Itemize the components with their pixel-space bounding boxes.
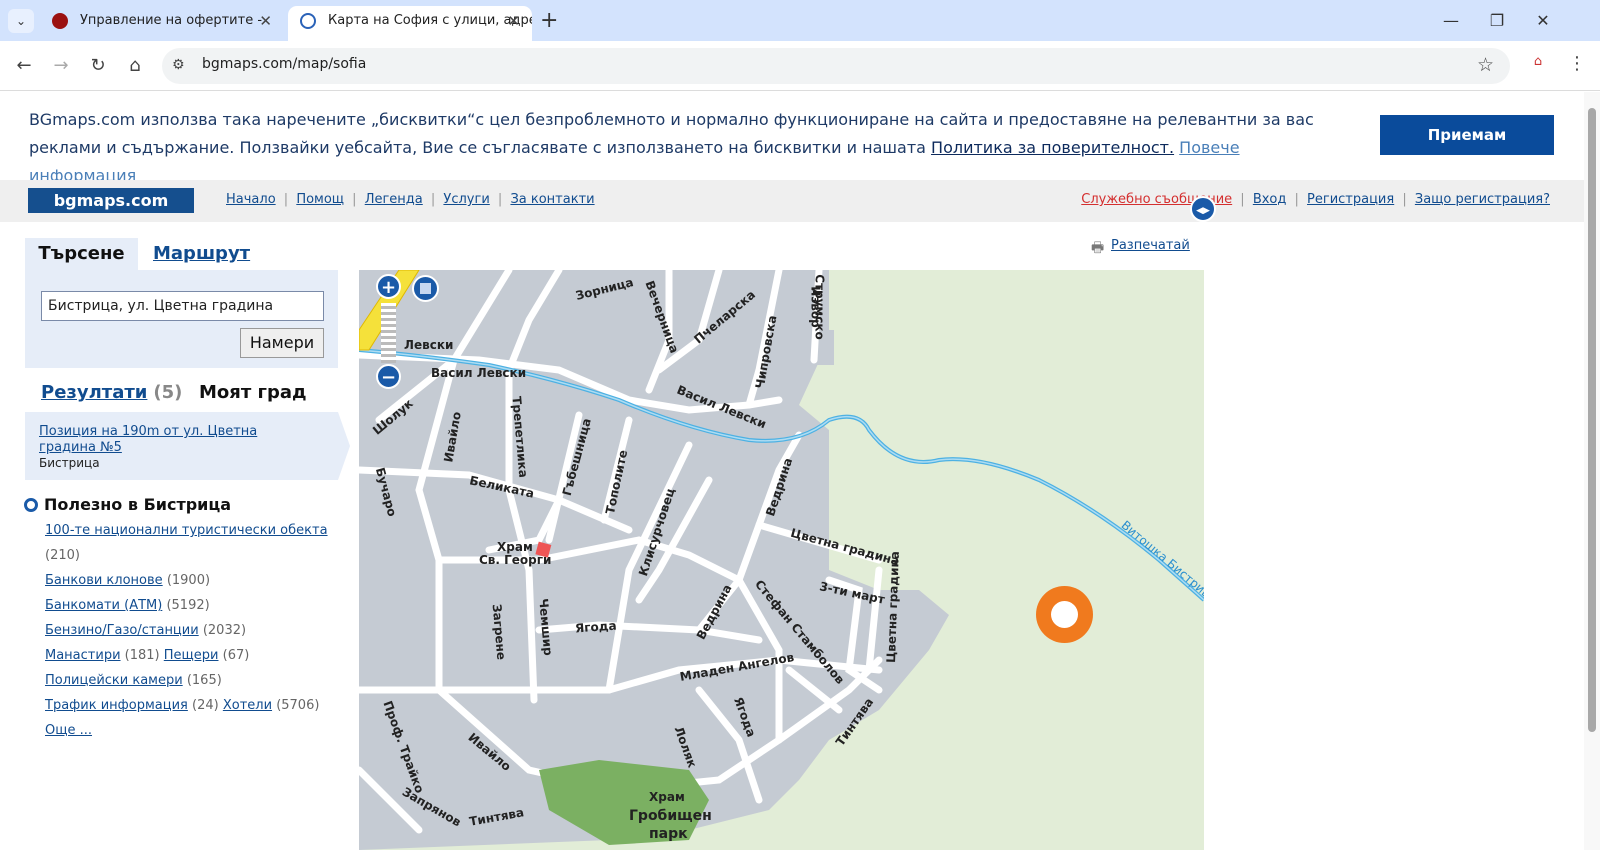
zoom-out-button[interactable]: − <box>376 364 401 389</box>
useful-link[interactable]: Хотели <box>223 698 272 713</box>
nav-help-link[interactable]: Помощ <box>296 192 344 207</box>
useful-heading: Полезно в Бистрица <box>24 495 231 514</box>
close-tab-icon[interactable]: ✕ <box>259 6 272 36</box>
browser-tab-bar: ⌄ Управление на офертите - ✕ Карта на Со… <box>0 0 1600 41</box>
printer-icon: 🖶 <box>1091 240 1105 256</box>
useful-list: 100-те национални туристически обекта (2… <box>45 518 345 743</box>
account-nav: Служебно съобщение | Вход | Регистрация … <box>1081 192 1550 207</box>
useful-count: (165) <box>186 673 222 688</box>
window-close-icon[interactable]: ✕ <box>1520 6 1566 36</box>
park-label: Гробищен <box>629 808 712 824</box>
street-label: Струмско <box>812 274 827 340</box>
close-tab-icon[interactable]: ✕ <box>507 6 520 36</box>
cookie-banner: BGmaps.com използва така наречените „бис… <box>0 92 1584 185</box>
menu-kebab-icon[interactable]: ⋮ <box>1568 53 1586 74</box>
privacy-policy-link[interactable]: Политика за поверителност. <box>931 138 1174 157</box>
main-nav: Начало | Помощ | Легенда | Услуги | За к… <box>226 192 595 207</box>
tab-title: Управление на офертите - <box>80 13 263 28</box>
login-link[interactable]: Вход <box>1253 192 1287 207</box>
address-bar[interactable]: ⚙ bgmaps.com/map/sofia ☆ <box>162 48 1510 84</box>
site-logo[interactable]: bgmaps.com <box>28 188 194 213</box>
location-marker[interactable] <box>1036 586 1093 643</box>
results-heading: Резултати (5) <box>41 382 182 403</box>
park-label: парк <box>649 826 688 842</box>
minimize-icon[interactable]: — <box>1428 6 1474 36</box>
address-bar-row: ← → ↻ ⌂ ⚙ bgmaps.com/map/sofia ☆ ⌂ ⋮ <box>0 41 1600 91</box>
useful-link[interactable]: Манастири <box>45 648 121 663</box>
favicon-icon <box>52 13 68 29</box>
cookie-text-block: BGmaps.com използва така наречените „бис… <box>29 106 1329 190</box>
register-link[interactable]: Регистрация <box>1307 192 1394 207</box>
layer-toggle-button[interactable] <box>412 275 439 302</box>
useful-heading-text: Полезно в Бистрица <box>44 495 232 514</box>
search-tabs: Търсене Маршрут <box>25 238 338 270</box>
extension-icon[interactable]: ⌂ <box>1528 54 1548 76</box>
site-top-nav: bgmaps.com Начало | Помощ | Легенда | Ус… <box>0 180 1584 222</box>
print-link[interactable]: Разпечатай <box>1111 238 1190 253</box>
useful-link[interactable]: Банкови клонове <box>45 573 163 588</box>
street-label: Левски <box>404 338 454 352</box>
nav-legend-link[interactable]: Легенда <box>365 192 423 207</box>
my-city-tab[interactable]: Моят град <box>199 382 307 403</box>
tab-route[interactable]: Маршрут <box>153 238 250 270</box>
useful-link[interactable]: Пещери <box>164 648 219 663</box>
result-subtitle: Бистрица <box>39 456 100 470</box>
ring-icon <box>24 498 38 512</box>
church-label: Храм <box>497 540 533 554</box>
useful-count: (1900) <box>166 573 211 588</box>
useful-link[interactable]: Банкомати (АТМ) <box>45 598 162 613</box>
useful-count: (67) <box>222 648 250 663</box>
useful-link[interactable]: Бензино/Газо/станции <box>45 623 199 638</box>
useful-count: (24) <box>192 698 219 713</box>
useful-count: (2032) <box>202 623 247 638</box>
tab-title: Карта на София с улици, адрес <box>328 13 532 28</box>
more-link[interactable]: Още ... <box>45 723 92 738</box>
collapse-panel-icon[interactable]: ◀▶ <box>1190 196 1216 222</box>
tab-search-dropdown-icon[interactable]: ⌄ <box>8 9 34 33</box>
nav-home-link[interactable]: Начало <box>226 192 276 207</box>
back-icon[interactable]: ← <box>10 52 38 80</box>
useful-count: (210) <box>45 548 80 563</box>
useful-link[interactable]: Трафик информация <box>45 698 188 713</box>
useful-link[interactable]: Полицейски камери <box>45 673 183 688</box>
zoom-in-button[interactable]: + <box>376 274 401 299</box>
useful-count: (5192) <box>166 598 210 613</box>
street-label: Ягода <box>574 618 617 636</box>
search-input[interactable]: Бистрица, ул. Цветна градина <box>41 291 324 321</box>
map-canvas[interactable]: Зорница Вечерница Пчеларска Извор Струмс… <box>359 270 1204 850</box>
results-count: (5) <box>153 382 183 403</box>
tab-search[interactable]: Търсене <box>25 238 138 270</box>
home-icon[interactable]: ⌂ <box>121 52 149 80</box>
forward-icon[interactable]: → <box>47 52 75 80</box>
result-title-link[interactable]: Позиция на 190m от ул. Цветна градина №5 <box>39 424 279 456</box>
useful-count: (181) <box>124 648 160 663</box>
nav-services-link[interactable]: Услуги <box>443 192 489 207</box>
why-register-link[interactable]: Защо регистрация? <box>1415 192 1550 207</box>
scrollbar-thumb[interactable] <box>1588 108 1596 732</box>
new-tab-icon[interactable]: + <box>540 6 558 36</box>
accept-cookies-button[interactable]: Приемам <box>1380 115 1554 155</box>
favicon-icon <box>300 13 316 29</box>
search-panel: Бистрица, ул. Цветна градина Намери <box>25 270 338 368</box>
useful-count: (5706) <box>276 698 320 713</box>
result-item[interactable]: Позиция на 190m от ул. Цветна градина №5… <box>25 412 350 480</box>
page-scrollbar[interactable] <box>1584 92 1600 850</box>
useful-link[interactable]: 100-те национални туристически обекта <box>45 523 328 538</box>
reload-icon[interactable]: ↻ <box>84 52 112 80</box>
nav-contacts-link[interactable]: За контакти <box>510 192 594 207</box>
street-label: Васил Левски <box>431 366 527 380</box>
zoom-slider[interactable] <box>381 303 396 363</box>
church-label: Св. Георги <box>479 553 552 567</box>
restore-icon[interactable]: ❐ <box>1474 6 1520 36</box>
church-label: Храм <box>649 790 685 804</box>
site-info-icon[interactable]: ⚙ <box>172 57 185 73</box>
url-text: bgmaps.com/map/sofia <box>202 56 367 72</box>
find-button[interactable]: Намери <box>240 328 324 358</box>
bookmark-star-icon[interactable]: ☆ <box>1477 54 1494 76</box>
browser-tab-active[interactable]: Карта на София с улици, адрес ✕ <box>288 6 532 41</box>
results-tab-link[interactable]: Резултати <box>41 382 147 403</box>
browser-tab[interactable]: Управление на офертите - ✕ <box>40 6 284 41</box>
